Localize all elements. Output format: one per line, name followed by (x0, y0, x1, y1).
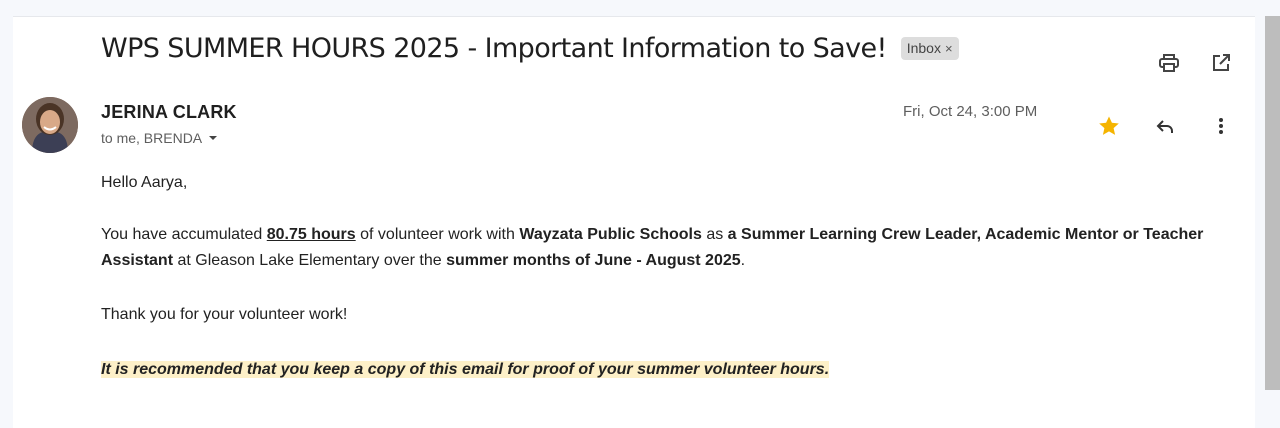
volunteer-period: summer months of June - August 2025 (446, 252, 741, 269)
text-segment: You have accumulated (101, 226, 267, 243)
print-icon (1159, 54, 1179, 72)
text-segment: of volunteer work with (355, 226, 520, 243)
organization-name: Wayzata Public Schools (519, 226, 702, 243)
print-button[interactable] (1155, 49, 1183, 77)
avatar-photo (22, 97, 78, 153)
text-segment: as (701, 226, 728, 243)
body-paragraph-hours: You have accumulated 80.75 hours of volu… (101, 222, 1221, 274)
email-date: Fri, Oct 24, 3:00 PM (903, 103, 1038, 120)
more-options-button[interactable] (1207, 112, 1235, 140)
scrollbar[interactable] (1265, 16, 1280, 390)
recipients-line[interactable]: to me, BRENDA (101, 130, 218, 146)
recipients-text: to me, BRENDA (101, 130, 203, 146)
reply-button[interactable] (1151, 112, 1179, 140)
text-segment: at Gleason Lake Elementary over the (173, 252, 447, 269)
sender-name[interactable]: JERINA CLARK (101, 102, 237, 123)
inbox-label-chip[interactable]: Inbox × (900, 36, 959, 60)
open-in-new-window-icon (1213, 54, 1230, 71)
body-paragraph-thanks: Thank you for your volunteer work! (101, 306, 348, 323)
remove-label-button[interactable]: × (945, 39, 953, 58)
star-icon (1099, 116, 1119, 135)
greeting: Hello Aarya, (101, 174, 188, 191)
highlighted-note: It is recommended that you keep a copy o… (101, 361, 830, 378)
open-in-new-window-button[interactable] (1207, 49, 1235, 77)
label-text: Inbox (906, 39, 941, 56)
chevron-down-icon[interactable] (208, 133, 218, 143)
star-button[interactable] (1095, 112, 1123, 140)
text-segment: . (740, 252, 746, 269)
reply-icon (1156, 120, 1173, 133)
email-subject: WPS SUMMER HOURS 2025 - Important Inform… (101, 32, 887, 64)
sender-avatar[interactable] (22, 97, 78, 153)
more-vertical-icon (1219, 118, 1223, 134)
hours-value: 80.75 hours (266, 226, 356, 243)
body-paragraph-note: It is recommended that you keep a copy o… (101, 357, 1221, 383)
email-body: Hello Aarya, You have accumulated 80.75 … (101, 170, 1221, 383)
subject-row: WPS SUMMER HOURS 2025 - Important Inform… (101, 28, 1280, 68)
